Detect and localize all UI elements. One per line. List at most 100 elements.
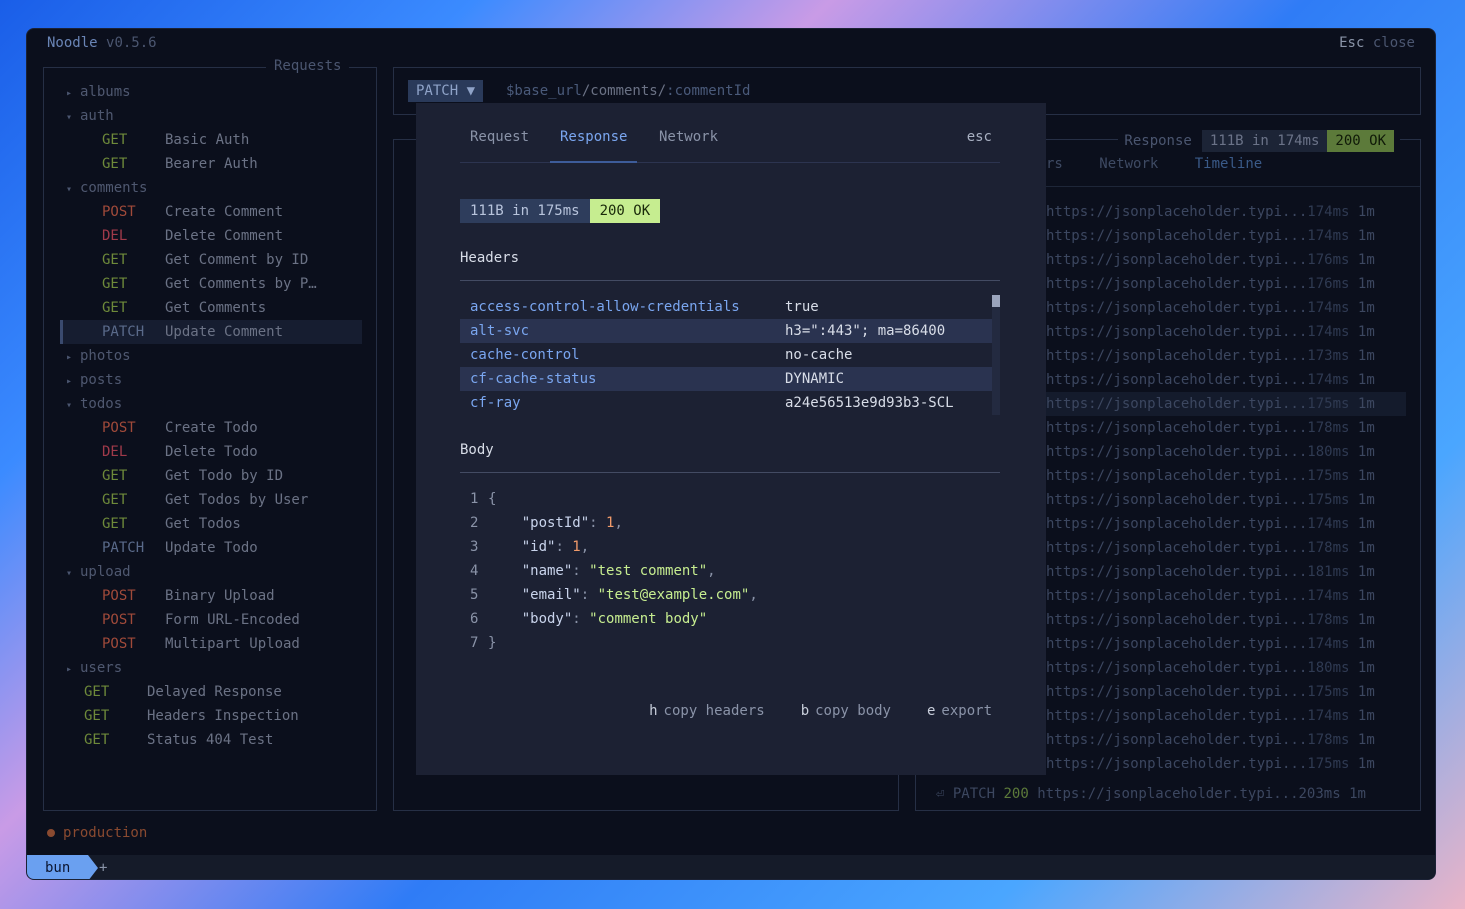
shortcut-key[interactable]: e [927,703,935,719]
request-item[interactable]: GET Get Comment by ID [44,248,376,272]
tab-timeline[interactable]: Timeline [1195,156,1262,172]
shortcut-key[interactable]: h [649,703,657,719]
request-item[interactable]: GET Bearer Auth [44,152,376,176]
method-select[interactable]: PATCH ▼ [408,80,484,102]
request-name: Delete Comment [165,228,284,244]
folder-todos[interactable]: ▾ todos [44,392,376,416]
request-item[interactable]: GET Delayed Response [44,680,376,704]
request-name: Get Todos by User [165,492,309,508]
header-row[interactable]: cf-cache-status DYNAMIC [460,367,992,391]
method-label: GET [84,708,110,724]
method-label: GET [84,732,110,748]
code-line: 2 "postId": 1, [470,511,758,535]
timeline-row[interactable]: https://jsonplaceholder.typi...181ms 1m [1046,560,1406,584]
shortcut-copy-body[interactable]: copy body [815,703,891,719]
folder-photos[interactable]: ▸ photos [44,344,376,368]
timeline-age: 1m [1357,204,1375,220]
tab-network[interactable]: Network [1099,156,1158,172]
request-item[interactable]: GET Get Todos by User [44,488,376,512]
request-item[interactable]: DEL Delete Comment [44,224,376,248]
headers-scrollbar[interactable] [992,295,1000,415]
request-item[interactable]: DEL Delete Todo [44,440,376,464]
url-input[interactable]: $base_url/comments/:commentId [506,80,750,102]
folder-auth[interactable]: ▾ auth [44,104,376,128]
timeline-row[interactable]: https://jsonplaceholder.typi...174ms 1m [1046,320,1406,344]
line-number: 5 [470,587,479,603]
header-row[interactable]: alt-svc h3=":443"; ma=86400 [460,319,992,343]
modal-tab-response[interactable]: Response [550,129,638,163]
timeline-row[interactable]: https://jsonplaceholder.typi...174ms 1m [1046,512,1406,536]
close-hint[interactable]: Esc close [1339,35,1415,51]
timeline-age: 1m [1357,636,1375,652]
timeline-row[interactable]: https://jsonplaceholder.typi...174ms 1m [1046,296,1406,320]
timeline-row[interactable]: https://jsonplaceholder.typi...174ms 1m [1046,368,1406,392]
timeline-row[interactable]: https://jsonplaceholder.typi...174ms 1m [1046,584,1406,608]
timeline-row[interactable]: https://jsonplaceholder.typi...173ms 1m [1046,344,1406,368]
request-item[interactable]: GET Get Comments [44,296,376,320]
request-item[interactable]: GET Get Todos [44,512,376,536]
tab-headers[interactable]: rs [1046,156,1063,172]
timeline-row[interactable]: https://jsonplaceholder.typi...180ms 1m [1046,656,1406,680]
header-row[interactable]: cache-control no-cache [460,343,992,367]
timeline-row[interactable]: https://jsonplaceholder.typi...180ms 1m [1046,440,1406,464]
code-line: 5 "email": "test@example.com", [470,583,758,607]
timeline-row[interactable]: https://jsonplaceholder.typi...174ms 1m [1046,224,1406,248]
folder-name: users [80,660,123,676]
header-row[interactable]: access-control-allow-credentials true [460,295,992,319]
timeline-row[interactable]: https://jsonplaceholder.typi...176ms 1m [1046,272,1406,296]
folder-albums[interactable]: ▸ albums [44,80,376,104]
request-item[interactable]: POST Form URL-Encoded [44,608,376,632]
timeline-row[interactable]: https://jsonplaceholder.typi...176ms 1m [1046,248,1406,272]
timeline-row[interactable]: https://jsonplaceholder.typi...174ms 1m [1046,632,1406,656]
timeline-row[interactable]: https://jsonplaceholder.typi...175ms 1m [1046,680,1406,704]
timeline-row[interactable]: https://jsonplaceholder.typi...175ms 1m [1046,488,1406,512]
timeline-age: 1m [1357,276,1375,292]
timeline-row[interactable]: https://jsonplaceholder.typi...175ms 1m [1046,392,1406,416]
request-item[interactable]: GET Headers Inspection [44,704,376,728]
timeline-time: 181ms [1307,564,1350,580]
request-item[interactable]: PATCH Update Todo [44,536,376,560]
folder-comments[interactable]: ▾ comments [44,176,376,200]
terminal-tab[interactable]: bun [27,855,99,879]
request-item[interactable]: POST Multipart Upload [44,632,376,656]
request-item[interactable]: GET Status 404 Test [44,728,376,752]
folder-users[interactable]: ▸ users [44,656,376,680]
timeline-row[interactable]: https://jsonplaceholder.typi...174ms 1m [1046,200,1406,224]
timeline-row[interactable]: https://jsonplaceholder.typi...178ms 1m [1046,416,1406,440]
modal-tab-request[interactable]: Request [470,129,529,163]
request-name: Get Comments by P… [165,276,317,292]
scrollbar-thumb[interactable] [992,295,1000,307]
request-item[interactable]: PATCH Update Comment [60,320,362,344]
request-item[interactable]: POST Binary Upload [44,584,376,608]
shortcut-key[interactable]: b [801,703,809,719]
body-title: Body [460,442,494,458]
timeline-row[interactable]: https://jsonplaceholder.typi...178ms 1m [1046,728,1406,752]
modal-tab-network[interactable]: Network [659,129,718,163]
header-row[interactable]: cf-ray a24e56513e9d93b3-SCL [460,391,992,415]
request-item[interactable]: GET Get Comments by P… [44,272,376,296]
folder-posts[interactable]: ▸ posts [44,368,376,392]
modal-close-button[interactable]: esc [967,129,992,145]
brace-close: } [488,635,497,651]
method-label: POST [102,612,136,628]
timeline-row[interactable]: https://jsonplaceholder.typi...178ms 1m [1046,608,1406,632]
environment-indicator[interactable]: production [47,825,147,841]
timeline-status: 200 [1003,786,1029,802]
request-item[interactable]: POST Create Comment [44,200,376,224]
folder-upload[interactable]: ▾ upload [44,560,376,584]
request-item[interactable]: POST Create Todo [44,416,376,440]
shortcut-export[interactable]: export [941,703,992,719]
request-item[interactable]: GET Get Todo by ID [44,464,376,488]
timeline-row[interactable]: https://jsonplaceholder.typi...175ms 1m [1046,752,1406,776]
timeline-row[interactable]: https://jsonplaceholder.typi...178ms 1m [1046,536,1406,560]
request-item[interactable]: GET Basic Auth [44,128,376,152]
shortcut-copy-headers[interactable]: copy headers [664,703,765,719]
new-tab-button[interactable]: + [99,855,107,879]
timeline-row[interactable]: https://jsonplaceholder.typi...175ms 1m [1046,464,1406,488]
timeline-last-row[interactable]: ⏎ PATCH 200 https://jsonplaceholder.typi… [936,786,1366,802]
timeline-row[interactable]: https://jsonplaceholder.typi...174ms 1m [1046,704,1406,728]
